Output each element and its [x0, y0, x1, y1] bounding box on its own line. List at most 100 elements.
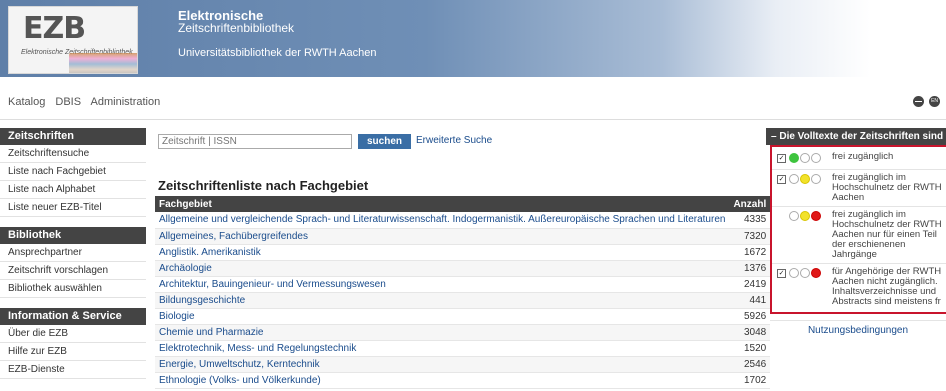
site-header: EZB Elektronische Zeitschriftenbibliothe… — [0, 0, 946, 77]
sidebar-item-hilfe-zur-ezb[interactable]: Hilfe zur EZB — [0, 343, 146, 361]
empty-light-icon — [789, 211, 799, 221]
subject-link[interactable]: Energie, Umweltschutz, Kerntechnik — [155, 356, 730, 373]
subject-link[interactable]: Allgemeine und vergleichende Sprach- und… — [155, 212, 730, 229]
empty-light-icon — [811, 153, 821, 163]
table-header-row: Fachgebiet Anzahl — [155, 196, 771, 212]
availability-checkbox[interactable]: ✓ — [777, 175, 786, 184]
table-row: Allgemeine und vergleichende Sprach- und… — [155, 212, 771, 229]
subject-link[interactable]: Chemie und Pharmazie — [155, 324, 730, 341]
minus-circle-icon[interactable] — [913, 95, 924, 107]
search-input[interactable] — [158, 134, 352, 149]
legend-title: Die Volltexte der Zeitschriften sind — [779, 131, 944, 142]
empty-light-icon — [800, 153, 810, 163]
journal-count: 1520 — [729, 340, 771, 357]
yellow-light-icon — [800, 174, 810, 184]
legend-text-line: Aachen — [832, 192, 865, 203]
subject-link[interactable]: Biologie — [155, 308, 730, 325]
nav-katalog[interactable]: Katalog — [8, 96, 45, 108]
traffic-light-icon — [789, 174, 825, 203]
legend-item: ✓ frei zugänglich im Hochschulnetz der RWT… — [772, 170, 946, 207]
table-row: Chemie und Pharmazie 3048 — [155, 324, 771, 341]
table-row: Archäologie 1376 — [155, 260, 771, 277]
subject-table: Fachgebiet Anzahl Allgemeine und verglei… — [155, 196, 771, 389]
ezb-logo[interactable]: EZB Elektronische Zeitschriftenbibliothe… — [8, 6, 138, 74]
sidebar-item-ansprechpartner[interactable]: Ansprechpartner — [0, 244, 146, 262]
sidebar-item-zeitschriftensuche[interactable]: Zeitschriftensuche — [0, 145, 146, 163]
legend-item: ✓ für Angehörige der RWTH Aachen nicht zug… — [772, 264, 946, 310]
table-row: Architektur, Bauingenieur- und Vermessun… — [155, 276, 771, 293]
subject-link[interactable]: Allgemeines, Fachübergreifendes — [155, 228, 730, 245]
subject-link[interactable]: Elektrotechnik, Mess- und Regelungstechn… — [155, 340, 730, 357]
advanced-search-link[interactable]: Erweiterte Suche — [416, 135, 492, 146]
table-row: Elektrotechnik, Mess- und Regelungstechn… — [155, 340, 771, 357]
subject-link[interactable]: Bildungsgeschichte — [155, 292, 730, 309]
legend-item-text: frei zugänglich — [832, 152, 946, 166]
legend-item-text: frei zugänglich im Hochschulnetz der RWTH… — [832, 210, 946, 260]
journal-count: 1376 — [729, 260, 771, 277]
sidebar-item-ezb-dienste[interactable]: EZB-Dienste — [0, 361, 146, 379]
search-button[interactable]: suchen — [358, 134, 411, 149]
nav-administration[interactable]: Administration — [91, 96, 161, 108]
legend-item: frei zugänglich im Hochschulnetz der RWTH… — [772, 207, 946, 264]
legend-item: ✓ frei zugänglich — [772, 149, 946, 170]
journal-count: 1672 — [729, 244, 771, 261]
sidebar-item-liste-nach-fachgebiet[interactable]: Liste nach Fachgebiet — [0, 163, 146, 181]
traffic-light-icon — [789, 268, 825, 307]
terms-of-use-link[interactable]: Nutzungsbedingungen — [770, 320, 946, 336]
red-light-icon — [811, 211, 821, 221]
red-light-icon — [811, 268, 821, 278]
header-title-line2: Zeitschriftenbibliothek — [178, 21, 295, 35]
legend-item-text: für Angehörige der RWTH Aachen nicht zugä… — [832, 267, 946, 307]
traffic-light-icon — [789, 153, 825, 166]
sidebar-item-ueber-die-ezb[interactable]: Über die EZB — [0, 325, 146, 343]
subject-link[interactable]: Ethnologie (Volks- und Völkerkunde) — [155, 372, 730, 389]
journal-count: 2546 — [729, 356, 771, 373]
nav-icons: EN — [913, 95, 941, 107]
legend-item-text: frei zugänglich im Hochschulnetz der RWTH… — [832, 173, 946, 203]
sidebar-heading-information-service: Information & Service — [0, 308, 146, 325]
journal-count: 441 — [729, 292, 771, 309]
table-row: Anglistik. Amerikanistik 1672 — [155, 244, 771, 261]
journal-count: 2419 — [729, 276, 771, 293]
subject-link[interactable]: Architektur, Bauingenieur- und Vermessun… — [155, 276, 730, 293]
empty-light-icon — [789, 174, 799, 184]
journal-count: 3048 — [729, 324, 771, 341]
sidebar: Zeitschriften Zeitschriftensuche Liste n… — [0, 128, 146, 379]
traffic-light-icon — [789, 211, 825, 260]
journal-count: 4335 — [729, 212, 771, 229]
collapse-icon[interactable]: – — [771, 131, 777, 142]
sidebar-heading-zeitschriften: Zeitschriften — [0, 128, 146, 145]
legend-text-line: frei zugänglich — [832, 152, 894, 162]
sidebar-item-zeitschrift-vorschlagen[interactable]: Zeitschrift vorschlagen — [0, 262, 146, 280]
empty-light-icon — [789, 268, 799, 278]
books-image — [69, 53, 137, 73]
journal-count: 7320 — [729, 228, 771, 245]
table-row: Biologie 5926 — [155, 308, 771, 325]
journal-count: 5926 — [729, 308, 771, 325]
sidebar-item-liste-nach-alphabet[interactable]: Liste nach Alphabet — [0, 181, 146, 199]
legend-heading[interactable]: – Die Volltexte der Zeitschriften sind — [766, 128, 946, 145]
language-en-icon[interactable]: EN — [929, 95, 941, 107]
yellow-light-icon — [800, 211, 810, 221]
sidebar-item-liste-neuer-titel[interactable]: Liste neuer EZB-Titel — [0, 199, 146, 217]
table-row: Bildungsgeschichte 441 — [155, 292, 771, 309]
column-header-anzahl: Anzahl — [729, 196, 771, 212]
legend-text-line: Abstracts sind meistens fr — [832, 296, 941, 307]
sidebar-item-bibliothek-auswaehlen[interactable]: Bibliothek auswählen — [0, 280, 146, 298]
journal-count: 1702 — [729, 372, 771, 389]
table-row: Energie, Umweltschutz, Kerntechnik 2546 — [155, 356, 771, 373]
empty-light-icon — [811, 174, 821, 184]
availability-legend-panel: – Die Volltexte der Zeitschriften sind ✓… — [766, 128, 946, 336]
subject-link[interactable]: Anglistik. Amerikanistik — [155, 244, 730, 261]
green-light-icon — [789, 153, 799, 163]
nav-dbis[interactable]: DBIS — [55, 96, 81, 108]
page-title: Zeitschriftenliste nach Fachgebiet — [158, 178, 369, 193]
subject-link[interactable]: Archäologie — [155, 260, 730, 277]
availability-checkbox[interactable]: ✓ — [777, 154, 786, 163]
legend-filter-box: ✓ frei zugänglich ✓ frei zugänglich im Hochs… — [770, 145, 946, 314]
table-row: Allgemeines, Fachübergreifendes 7320 — [155, 228, 771, 245]
column-header-fachgebiet: Fachgebiet — [155, 196, 730, 212]
availability-checkbox[interactable]: ✓ — [777, 269, 786, 278]
sidebar-heading-bibliothek: Bibliothek — [0, 227, 146, 244]
header-divider — [0, 119, 946, 120]
